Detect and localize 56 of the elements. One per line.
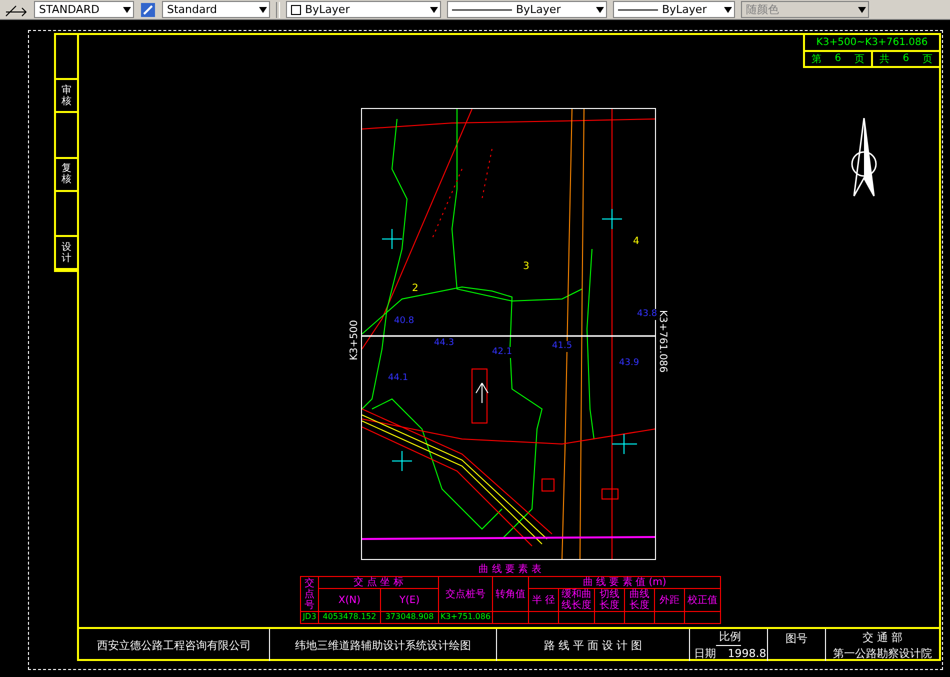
linetype-sample-icon [452,8,512,12]
elevation-label: 41.5 [551,341,574,352]
end-station-label: K3+761.086 [657,310,668,373]
ministry-name: 交 通 部 [862,630,902,644]
dropdown-arrow-icon [259,6,267,12]
elevation-label: 42.1 [491,347,514,358]
date-value: 1998.8 [728,646,766,660]
start-station-label: K3+500 [349,320,360,360]
total-unit: 页 [922,52,932,66]
dropdown-field[interactable]: ByLayer [286,1,441,18]
dropdown-field[interactable]: Standard [162,1,270,18]
scale-label: 比例 [719,629,741,644]
elevation-label: 43.8 [636,309,658,320]
dropdown-arrow-icon [123,6,131,12]
table-header: 曲 线 要 素 值 (m) [528,576,721,588]
dropdown-arrow-icon [596,6,604,12]
lineweight-sample-icon [618,8,658,12]
page-unit: 页 [854,52,864,66]
table-cell: 373048.908 [380,612,439,624]
table-header: 交点桩号 [438,576,493,612]
company-name: 西安立德公路工程咨询有限公司 [97,638,251,652]
color-swatch-icon [291,4,301,14]
dropdown-field[interactable]: ByLayer [447,1,607,18]
table-header: 曲线长度 [624,588,655,612]
signature-label: 设计 [56,237,77,270]
table-header: 缓和曲线长度 [558,588,595,612]
software-credit: 纬地三维道路辅助设计系统设计绘图 [295,638,471,652]
table-header: 校正值 [684,588,721,612]
style-icon[interactable] [140,2,156,18]
table-header: X(N) [318,588,380,612]
table-cell: K3+751.086 [438,612,493,624]
table-header: 切线长度 [594,588,625,612]
table-cell: JD3 [300,612,318,624]
table-header: 交 点 坐 标 [318,576,439,588]
page-number: 6 [834,53,842,64]
date-label: 日期 [694,646,716,661]
page-label: 第 [812,52,822,66]
dropdown-field[interactable]: STANDARD [34,1,134,18]
total-label: 共 [880,52,890,66]
dropdown-arrow-icon [724,6,732,12]
signature-label: 复核 [56,158,77,192]
dropdown-arrow-icon [858,6,866,12]
dropdown-field[interactable]: ByLayer [613,1,735,18]
table-header: 交点号 [300,576,318,612]
dropdown-arrow-icon [430,6,438,12]
station-range: K3+500~K3+761.086 [816,36,928,48]
institute-name: 第一公路勘察设计院 [833,646,932,660]
total-number: 6 [902,53,910,64]
table-header: 半 径 [528,588,559,612]
table-header: 转角值 [492,576,529,612]
signature-label: 审核 [56,80,77,114]
table-title: 曲 线 要 素 表 [478,564,542,575]
drawing-title: 路 线 平 面 设 计 图 [544,638,642,652]
table-cell: 4053478.152 [318,612,380,624]
table-header: 外距 [654,588,685,612]
drawing-number-label: 图号 [786,631,808,646]
